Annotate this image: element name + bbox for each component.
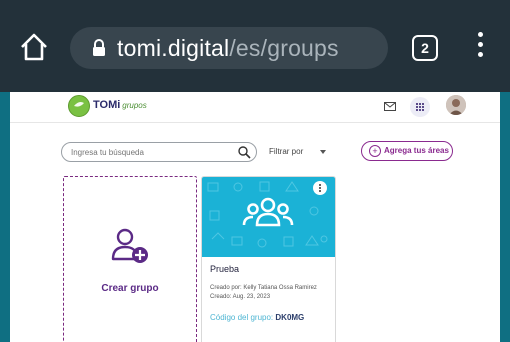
group-code: Código del grupo: DK0MG: [210, 313, 304, 322]
address-bar[interactable]: tomi.digital/es/groups: [70, 27, 388, 69]
home-icon[interactable]: [18, 31, 50, 63]
logo-text: TOMi grupos: [93, 99, 147, 111]
app-header: TOMi grupos: [10, 92, 500, 123]
group-code-label: Código del grupo:: [210, 313, 274, 322]
lock-icon: [92, 39, 106, 57]
search-box: [61, 142, 257, 162]
add-areas-label: Agrega tus áreas: [384, 146, 449, 155]
add-group-icon: [111, 228, 148, 263]
tab-switcher-button[interactable]: 2: [412, 35, 438, 61]
url-host: tomi.digital: [117, 35, 230, 61]
chevron-down-icon[interactable]: [320, 150, 326, 154]
plus-circle-icon: +: [369, 145, 381, 157]
create-group-label: Crear grupo: [101, 283, 159, 294]
card-more-icon[interactable]: [313, 181, 327, 195]
logo-sub: grupos: [122, 101, 147, 110]
add-areas-button[interactable]: + Agrega tus áreas: [361, 141, 453, 161]
group-banner: [202, 177, 335, 257]
more-menu-icon[interactable]: [476, 32, 484, 62]
browser-toolbar: tomi.digital/es/groups 2: [0, 0, 510, 92]
page-viewport: TOMi grupos Ingresa tu búsqueda Filtrar …: [10, 92, 500, 342]
mail-icon[interactable]: [384, 102, 396, 111]
search-input[interactable]: [71, 145, 221, 159]
search-icon[interactable]: [237, 145, 251, 159]
group-created-date: Creado: Aug. 23, 2023: [210, 294, 271, 300]
logo-mark-icon: [68, 95, 90, 117]
group-name: Prueba: [210, 264, 240, 274]
logo-name: TOMi: [93, 99, 121, 111]
filter-dropdown[interactable]: Filtrar por: [269, 147, 303, 156]
group-people-icon: [242, 197, 294, 227]
apps-grid-icon[interactable]: [410, 97, 430, 117]
group-code-value: DK0MG: [275, 313, 305, 322]
create-group-card[interactable]: Crear grupo: [63, 176, 197, 342]
group-creator: Creado por: Kelly Tatiana Ossa Ramirez: [210, 285, 317, 291]
group-card[interactable]: Prueba Creado por: Kelly Tatiana Ossa Ra…: [201, 176, 336, 342]
url-text: tomi.digital/es/groups: [117, 35, 339, 61]
user-avatar[interactable]: [446, 95, 466, 115]
url-path: /es/groups: [229, 35, 339, 61]
